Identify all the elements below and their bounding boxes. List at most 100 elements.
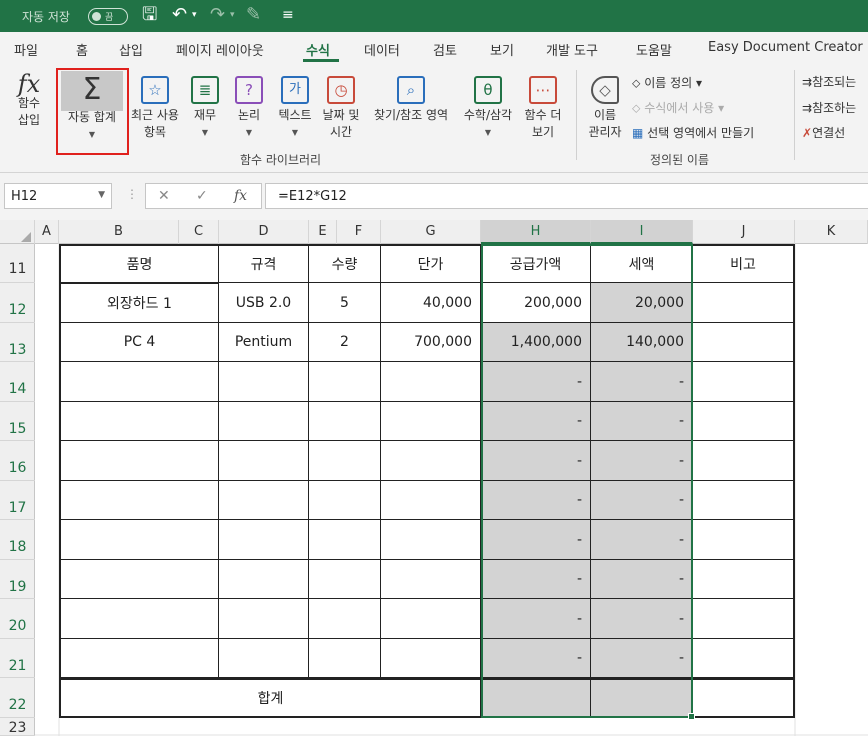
cell-tax[interactable]: - [591, 520, 693, 560]
cell-supply[interactable]: - [481, 362, 591, 402]
tab-view[interactable]: 보기 [490, 40, 514, 59]
cell-spec[interactable] [219, 441, 309, 481]
cell-item[interactable] [59, 481, 219, 520]
more-functions-button[interactable]: ⋯ 함수 더 보기 [520, 70, 566, 141]
column-header-d[interactable]: D [219, 220, 309, 244]
cell-qty[interactable] [309, 481, 381, 520]
row-header-16[interactable]: 16 [0, 441, 35, 481]
row-header-18[interactable]: 18 [0, 520, 35, 560]
cell-spec[interactable] [219, 520, 309, 560]
header-spec[interactable]: 규격 [219, 244, 309, 283]
cell-price[interactable]: 40,000 [381, 283, 481, 323]
column-header-b[interactable]: B [59, 220, 179, 244]
cell-tax[interactable]: - [591, 362, 693, 402]
row-header-11[interactable]: 11 [0, 244, 35, 283]
row-header-12[interactable]: 12 [0, 283, 35, 323]
total-label[interactable]: 합계 [59, 678, 481, 718]
cell-qty[interactable] [309, 560, 381, 599]
cell-tax[interactable]: - [591, 599, 693, 639]
cell-note[interactable] [693, 639, 795, 678]
cell-supply[interactable]: - [481, 639, 591, 678]
cell-qty[interactable] [309, 441, 381, 481]
cell-tax[interactable]: - [591, 441, 693, 481]
cell-supply[interactable]: - [481, 560, 591, 599]
cell-item[interactable] [59, 441, 219, 481]
cell-supply[interactable]: 1,400,000 [481, 323, 591, 362]
cell-note[interactable] [693, 441, 795, 481]
tab-home[interactable]: 홈 [76, 40, 88, 59]
header-note[interactable]: 비고 [693, 244, 795, 283]
column-header-a[interactable]: A [35, 220, 59, 244]
header-supply[interactable]: 공급가액 [481, 244, 591, 283]
cell-note[interactable] [693, 283, 795, 323]
insert-function-button[interactable]: fx 함수 삽입 [6, 70, 52, 129]
cell-item[interactable]: PC 4 [59, 323, 219, 362]
cell-price[interactable] [381, 599, 481, 639]
cell-price[interactable]: 700,000 [381, 323, 481, 362]
cell-price[interactable] [381, 639, 481, 678]
tab-file[interactable]: 파일 [14, 40, 38, 59]
cell-tax[interactable]: 20,000 [591, 283, 693, 323]
cancel-icon[interactable]: ✕ [158, 188, 170, 204]
cell-supply[interactable]: - [481, 520, 591, 560]
cell-item[interactable] [59, 520, 219, 560]
header-qty[interactable]: 수량 [309, 244, 381, 283]
cell-spec[interactable]: Pentium [219, 323, 309, 362]
trace-dependents-button[interactable]: ⇉참조하는 [802, 99, 856, 116]
cell-item[interactable] [59, 560, 219, 599]
datetime-button[interactable]: ◷ 날짜 및 시간 [318, 70, 364, 141]
column-header-k[interactable]: K [795, 220, 868, 244]
cell-price[interactable] [381, 560, 481, 599]
column-header-c[interactable]: C [179, 220, 219, 244]
cell-note[interactable] [693, 520, 795, 560]
cell-spec[interactable] [219, 481, 309, 520]
recent-functions-button[interactable]: ☆ 최근 사용 항목 [130, 70, 180, 141]
cell-item[interactable] [59, 362, 219, 402]
undo-icon[interactable]: ↶ [172, 4, 187, 26]
financial-button[interactable]: ≣ 재무 ▼ [188, 70, 222, 141]
customize-qat-icon[interactable]: ≡ [282, 4, 294, 26]
column-header-g[interactable]: G [381, 220, 481, 244]
total-note[interactable] [693, 678, 795, 718]
trace-precedents-button[interactable]: ⇉참조되는 [802, 73, 856, 90]
tab-easy-document-creator[interactable]: Easy Document Creator [708, 40, 863, 55]
name-manager-button[interactable]: ◇ 이름 관리자 [582, 70, 628, 141]
cell-spec[interactable] [219, 639, 309, 678]
cell-supply[interactable]: - [481, 481, 591, 520]
row-header-20[interactable]: 20 [0, 599, 35, 639]
row-header-23[interactable]: 23 [0, 718, 35, 736]
cell-price[interactable] [381, 520, 481, 560]
cell-note[interactable] [693, 599, 795, 639]
total-supply[interactable] [481, 678, 591, 718]
column-header-h[interactable]: H [481, 220, 591, 244]
cell-spec[interactable] [219, 362, 309, 402]
cell-supply[interactable]: - [481, 599, 591, 639]
cell-supply[interactable]: - [481, 402, 591, 441]
cell-tax[interactable]: - [591, 639, 693, 678]
cell-supply[interactable]: - [481, 441, 591, 481]
cell-item[interactable] [59, 639, 219, 678]
cell-qty[interactable] [309, 362, 381, 402]
cell-qty[interactable]: 5 [309, 283, 381, 323]
cell-item[interactable] [59, 599, 219, 639]
cell-tax[interactable]: - [591, 560, 693, 599]
cell-item[interactable]: 외장하드 1 [59, 283, 219, 323]
cell-tax[interactable]: - [591, 402, 693, 441]
header-item[interactable]: 품명 [59, 244, 219, 283]
cell-price[interactable] [381, 402, 481, 441]
cell-note[interactable] [693, 481, 795, 520]
header-tax[interactable]: 세액 [591, 244, 693, 283]
cell-qty[interactable] [309, 599, 381, 639]
tab-developer[interactable]: 개발 도구 [546, 40, 598, 59]
row-header-15[interactable]: 15 [0, 402, 35, 441]
header-price[interactable]: 단가 [381, 244, 481, 283]
cell-spec[interactable] [219, 402, 309, 441]
text-functions-button[interactable]: 가 텍스트 ▼ [274, 70, 316, 141]
cell-price[interactable] [381, 362, 481, 402]
name-box[interactable]: H12 ▼ [4, 183, 112, 209]
cell-price[interactable] [381, 481, 481, 520]
math-trig-button[interactable]: θ 수학/삼각 ▼ [456, 70, 520, 141]
cell-qty[interactable]: 2 [309, 323, 381, 362]
cell-item[interactable] [59, 402, 219, 441]
row-header-19[interactable]: 19 [0, 560, 35, 599]
